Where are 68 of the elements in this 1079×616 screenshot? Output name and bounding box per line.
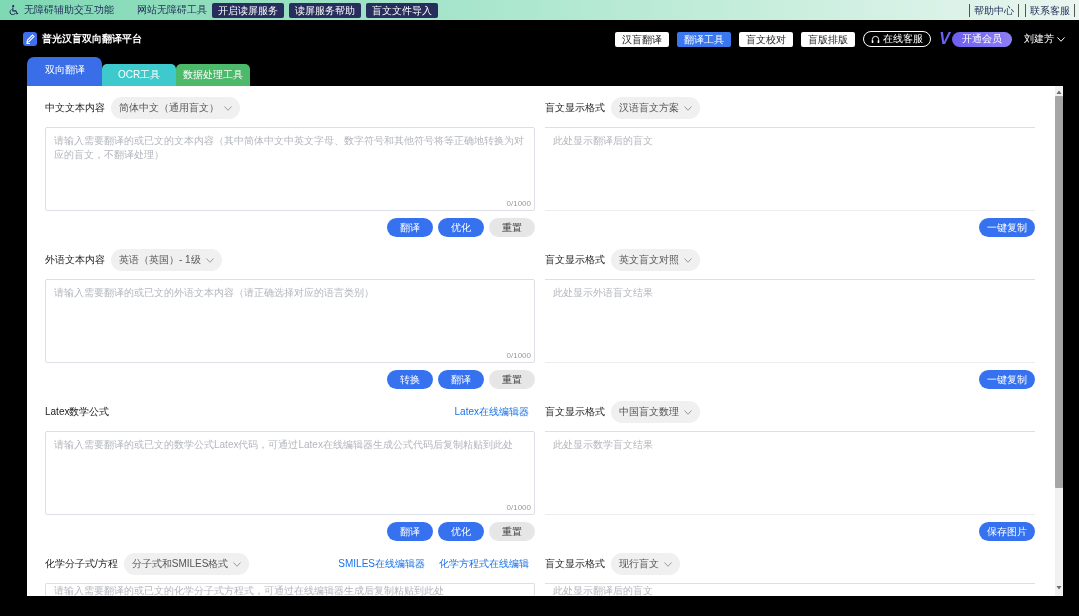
output-field[interactable]: 此处显示数学盲文结果 — [545, 431, 1035, 515]
character-count: 0/1000 — [506, 351, 531, 360]
reset-button[interactable]: 重置 — [489, 218, 535, 237]
tab[interactable]: 双向翻译 — [27, 57, 102, 86]
user-menu[interactable]: 刘建芳 — [1022, 32, 1067, 46]
wheelchair-icon — [9, 5, 19, 15]
action-button[interactable]: 翻译 — [387, 522, 433, 541]
caret-icon — [205, 257, 214, 263]
pencil-icon — [23, 32, 37, 46]
field-label: 中文文本内容 — [45, 101, 105, 115]
vip-logo: V — [939, 30, 951, 48]
format-select[interactable]: 中国盲文数理 — [611, 401, 700, 423]
input-field[interactable]: 请输入需要翻译的或已文的化学分子式方程式，可通过在线编辑器生成后复制粘贴到此处 — [45, 583, 535, 596]
headset-icon — [871, 34, 881, 44]
vip-button[interactable]: 开通会员 — [952, 31, 1012, 47]
field-label: 盲文显示格式 — [545, 557, 605, 571]
nav-button[interactable]: 翻译工具 — [677, 31, 732, 47]
field-label: 盲文显示格式 — [545, 405, 605, 419]
output-field[interactable]: 此处显示翻译后的盲文 — [545, 583, 1035, 596]
copy-button[interactable]: 一键复制 — [979, 218, 1035, 237]
action-button[interactable]: 翻译 — [438, 370, 484, 389]
character-count: 0/1000 — [506, 503, 531, 512]
caret-icon — [684, 257, 692, 263]
nav-button[interactable]: 盲文校对 — [739, 31, 794, 47]
top-link[interactable]: 联系客服 — [1025, 3, 1075, 17]
caret-icon — [664, 561, 672, 567]
language-select[interactable]: 分子式和SMILES格式 — [123, 553, 250, 575]
top-link[interactable]: 帮助中心 — [969, 3, 1019, 17]
editor-link[interactable]: Latex在线编辑器 — [454, 405, 529, 419]
caret-icon — [233, 561, 242, 567]
format-select[interactable]: 英文盲文对照 — [611, 249, 700, 271]
output-field[interactable]: 此处显示外语盲文结果 — [545, 279, 1035, 363]
platform-title: 普光汉盲双向翻译平台 — [42, 32, 142, 46]
action-button[interactable]: 转换 — [387, 370, 433, 389]
copy-button[interactable]: 保存图片 — [979, 522, 1035, 541]
character-count: 0/1000 — [506, 199, 531, 208]
tool-button[interactable]: 开启读屏服务 — [212, 2, 284, 18]
action-button[interactable]: 优化 — [438, 522, 484, 541]
caret-icon — [1057, 36, 1065, 42]
reset-button[interactable]: 重置 — [489, 370, 535, 389]
field-label: Latex数学公式 — [45, 405, 110, 419]
caret-icon — [224, 105, 232, 111]
field-label: 外语文本内容 — [45, 253, 105, 267]
nav-button[interactable]: 盲版排版 — [801, 31, 856, 47]
output-field[interactable]: 此处显示翻译后的盲文 — [545, 127, 1035, 211]
action-button[interactable]: 优化 — [438, 218, 484, 237]
caret-icon — [684, 409, 692, 415]
scrollbar-thumb[interactable] — [1055, 96, 1063, 488]
field-label: 盲文显示格式 — [545, 101, 605, 115]
action-button[interactable]: 翻译 — [387, 218, 433, 237]
editor-link[interactable]: SMILES在线编辑器 — [338, 557, 425, 571]
nav-button[interactable]: 汉盲翻译 — [615, 31, 670, 47]
tool-button[interactable]: 读屏服务帮助 — [289, 2, 361, 18]
reset-button[interactable]: 重置 — [489, 522, 535, 541]
field-label: 盲文显示格式 — [545, 253, 605, 267]
format-select[interactable]: 现行盲文 — [611, 553, 680, 575]
language-select[interactable]: 简体中文（通用盲文） — [111, 97, 240, 119]
field-label: 化学分子式/方程 — [45, 557, 118, 571]
tool-button[interactable]: 盲文文件导入 — [366, 2, 438, 18]
tools-label: 网站无障碍工具 — [137, 3, 207, 17]
caret-icon — [684, 105, 692, 111]
format-select[interactable]: 汉语盲文方案 — [611, 97, 700, 119]
service-button[interactable]: 在线客服 — [863, 31, 932, 47]
accessibility-title: 无障碍辅助交互功能 — [24, 3, 114, 17]
scroll-down-icon[interactable] — [1055, 584, 1063, 592]
language-select[interactable]: 英语（英国）- 1级 — [111, 249, 222, 271]
editor-link[interactable]: 化学方程式在线编辑 — [439, 557, 529, 571]
copy-button[interactable]: 一键复制 — [979, 370, 1035, 389]
